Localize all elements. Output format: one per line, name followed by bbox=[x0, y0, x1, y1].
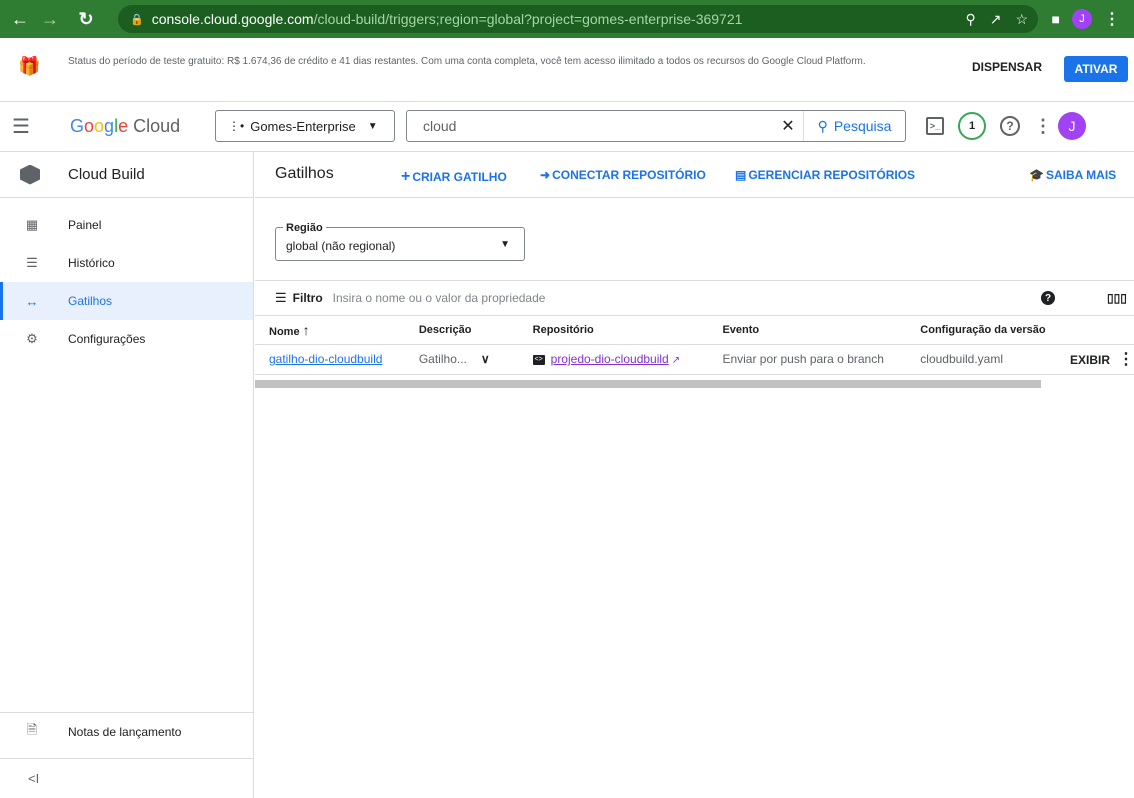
triggers-table: Nome ↑ Descrição Repositório Evento Conf… bbox=[255, 316, 1134, 375]
manage-icon: ▤ bbox=[735, 168, 747, 182]
google-cloud-logo[interactable]: Google Cloud bbox=[70, 116, 180, 137]
notifications-badge[interactable]: 1 bbox=[958, 112, 986, 140]
filter-icon: ☰ bbox=[275, 290, 287, 305]
page-header: Gatilhos + CRIAR GATILHO ➜ CONECTAR REPO… bbox=[255, 152, 1134, 198]
search-icon: ⚲ bbox=[817, 117, 828, 134]
region-select[interactable]: Região global (não regional) ▼ bbox=[275, 222, 525, 261]
chevron-down-icon[interactable]: ∨ bbox=[481, 352, 490, 366]
page-title: Gatilhos bbox=[275, 165, 334, 182]
account-avatar[interactable]: J bbox=[1058, 112, 1086, 140]
table-row: gatilho-dio-cloudbuild Gatilho... ∨ <> pro… bbox=[255, 344, 1134, 375]
clear-search-icon[interactable]: ✕ bbox=[773, 116, 803, 136]
collapse-sidebar-button[interactable]: <I bbox=[0, 758, 253, 798]
cloud-build-icon bbox=[20, 164, 40, 185]
browser-toolbar: ← → ↻ 🔒 console.cloud.google.com/cloud-b… bbox=[0, 0, 1134, 38]
browser-menu-icon[interactable]: ⋮ bbox=[1104, 9, 1120, 29]
view-button[interactable]: EXIBIR bbox=[1070, 353, 1110, 367]
repository-link[interactable]: projedo-dio-cloudbuild bbox=[551, 352, 669, 366]
create-trigger-button[interactable]: + CRIAR GATILHO bbox=[401, 168, 507, 186]
help-icon[interactable]: ? bbox=[1041, 291, 1055, 305]
reload-icon[interactable]: ↻ bbox=[72, 5, 100, 33]
filter-label: Filtro bbox=[292, 291, 323, 305]
search-box[interactable]: cloud ✕ ⚲ Pesquisa bbox=[406, 110, 906, 142]
zoom-icon[interactable]: ⚲ bbox=[965, 11, 975, 28]
dashboard-icon: ▦ bbox=[25, 217, 39, 232]
triggers-icon: ↔ bbox=[25, 293, 39, 309]
sidebar-item-configuracoes[interactable]: ⚙ Configurações bbox=[0, 320, 253, 358]
project-picker[interactable]: ⋮• Gomes-Enterprise ▼ bbox=[215, 110, 395, 142]
table-header-row: Nome ↑ Descrição Repositório Evento Conf… bbox=[255, 316, 1134, 345]
trial-banner: 🎁 Status do período de teste gratuito: R… bbox=[0, 38, 1134, 102]
connect-repository-button[interactable]: ➜ CONECTAR REPOSITÓRIO bbox=[540, 168, 706, 182]
sidebar: Cloud Build ▦ Painel ☰ Histórico ↔ Gatil… bbox=[0, 152, 254, 798]
search-button[interactable]: ⚲ Pesquisa bbox=[803, 111, 905, 141]
url-host: console.cloud.google.com bbox=[151, 11, 314, 27]
school-icon: 🎓 bbox=[1029, 168, 1044, 182]
region-value: global (não regional) bbox=[286, 239, 396, 253]
column-actions bbox=[1055, 316, 1134, 345]
dismiss-button[interactable]: DISPENSAR bbox=[972, 60, 1042, 74]
sidebar-item-historico[interactable]: ☰ Histórico bbox=[0, 244, 253, 282]
filter-bar[interactable]: ☰ Filtro Insira o nome ou o valor da pro… bbox=[255, 280, 1134, 316]
cloud-shell-icon[interactable]: >_ bbox=[926, 117, 944, 135]
window-icon[interactable]: ■ bbox=[1052, 11, 1060, 27]
search-input[interactable]: cloud bbox=[407, 118, 773, 134]
sort-up-icon: ↑ bbox=[302, 321, 310, 338]
column-event: Evento bbox=[708, 316, 907, 345]
trigger-config: cloudbuild.yaml bbox=[906, 344, 1056, 375]
help-icon[interactable]: ? bbox=[1000, 116, 1020, 136]
filter-input[interactable]: Insira o nome ou o valor da propriedade bbox=[333, 291, 546, 305]
activate-button[interactable]: ATIVAR bbox=[1064, 56, 1128, 82]
gear-icon: ⚙ bbox=[26, 331, 38, 346]
caret-down-icon: ▼ bbox=[500, 239, 510, 250]
project-dots-icon: ⋮• bbox=[228, 119, 245, 133]
main-content: Gatilhos + CRIAR GATILHO ➜ CONECTAR REPO… bbox=[255, 152, 1134, 798]
trigger-event: Enviar por push para o branch bbox=[708, 344, 907, 375]
column-name[interactable]: Nome ↑ bbox=[255, 316, 405, 345]
gift-icon: 🎁 bbox=[18, 56, 41, 76]
forward-arrow-icon[interactable]: → bbox=[36, 5, 64, 33]
column-repository: Repositório bbox=[518, 316, 709, 345]
trigger-name-link[interactable]: gatilho-dio-cloudbuild bbox=[269, 352, 382, 366]
manage-repositories-button[interactable]: ▤ GERENCIAR REPOSITÓRIOS bbox=[735, 168, 915, 182]
repository-icon: <> bbox=[532, 354, 545, 365]
sidebar-item-gatilhos[interactable]: ↔ Gatilhos bbox=[0, 282, 253, 320]
bookmark-star-icon[interactable]: ☆ bbox=[1015, 11, 1028, 28]
url-path: /cloud-build/triggers;region=global?proj… bbox=[313, 11, 743, 27]
more-options-icon[interactable]: ⋮ bbox=[1034, 116, 1052, 137]
connect-arrow-icon: ➜ bbox=[540, 168, 551, 182]
sidebar-header: Cloud Build bbox=[0, 152, 253, 198]
product-title: Cloud Build bbox=[68, 166, 145, 183]
trigger-description: Gatilho... bbox=[418, 352, 467, 366]
console-header: ☰ Google Cloud ⋮• Gomes-Enterprise ▼ clo… bbox=[0, 102, 1134, 152]
row-more-icon[interactable]: ⋮ bbox=[1118, 351, 1134, 368]
list-icon: ☰ bbox=[26, 255, 38, 270]
browser-profile-avatar[interactable]: J bbox=[1072, 9, 1092, 29]
trial-status-text: Status do período de teste gratuito: R$ … bbox=[68, 56, 866, 67]
release-notes-icon: 🗎 bbox=[26, 722, 38, 737]
column-display-icon[interactable]: ▯▯▯ bbox=[1107, 291, 1127, 305]
sidebar-item-painel[interactable]: ▦ Painel bbox=[0, 206, 253, 244]
plus-icon: + bbox=[401, 168, 411, 185]
external-link-icon: ↗ bbox=[671, 355, 681, 366]
project-name: Gomes-Enterprise bbox=[250, 118, 356, 134]
address-bar[interactable]: 🔒 console.cloud.google.com/cloud-build/t… bbox=[118, 5, 1038, 33]
share-icon[interactable]: ↗ bbox=[990, 11, 1002, 28]
menu-icon[interactable]: ☰ bbox=[12, 114, 30, 139]
column-build-config: Configuração da versão bbox=[906, 316, 1056, 345]
release-notes-link[interactable]: 🗎 Notas de lançamento bbox=[0, 713, 253, 751]
column-description: Descrição bbox=[404, 316, 519, 345]
horizontal-scrollbar[interactable] bbox=[255, 380, 1041, 388]
back-arrow-icon[interactable]: ← bbox=[6, 5, 34, 33]
lock-icon: 🔒 bbox=[130, 13, 144, 26]
region-label: Região bbox=[283, 222, 326, 234]
learn-more-button[interactable]: 🎓 SAIBA MAIS bbox=[1029, 168, 1116, 182]
caret-down-icon: ▼ bbox=[367, 120, 378, 132]
